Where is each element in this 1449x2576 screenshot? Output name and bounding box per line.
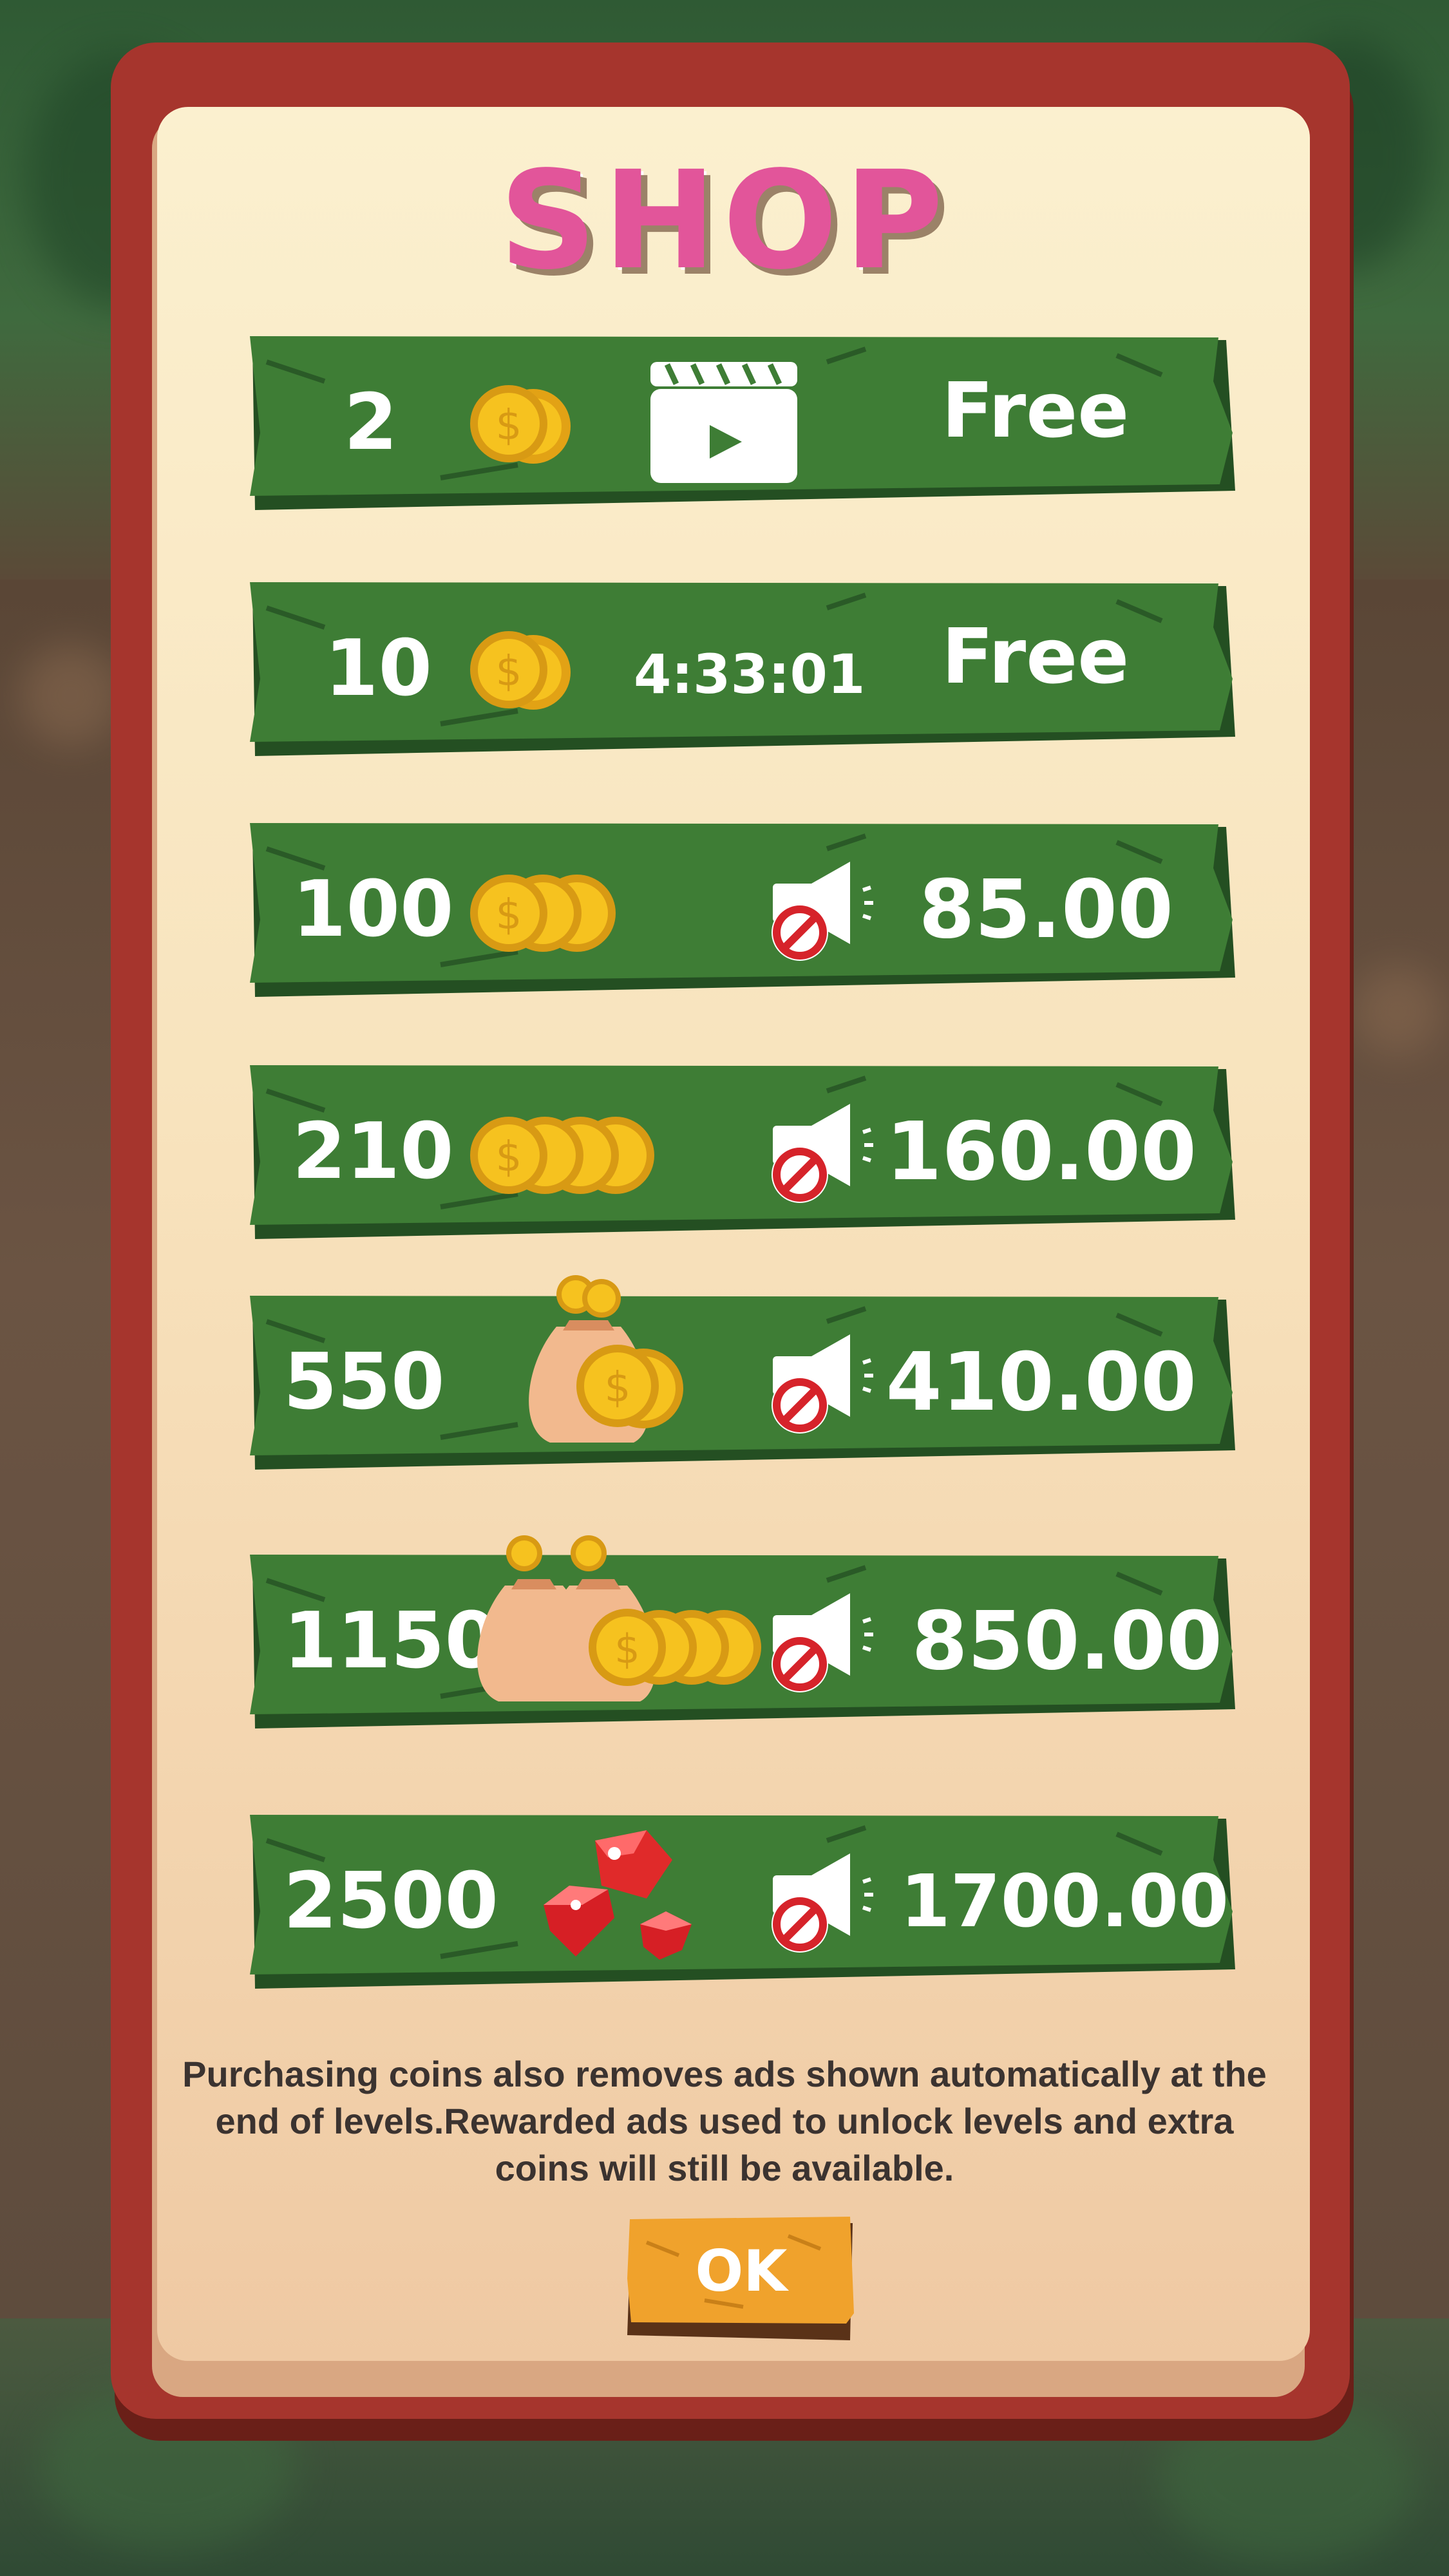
coin-stack-3-icon: $ [470, 875, 616, 952]
price-label: Free [942, 612, 1130, 701]
coin-bags-icon: $ [477, 1535, 761, 1701]
svg-text:$: $ [605, 1364, 631, 1412]
coin-amount: 2500 [283, 1857, 498, 1946]
no-ads-icon [772, 1593, 873, 1692]
purchase-note: Purchasing coins also removes ads shown … [182, 2054, 1267, 2188]
price-label: 160.00 [886, 1105, 1197, 1198]
svg-text:$: $ [614, 1625, 639, 1672]
ok-button-label: OK [695, 2238, 788, 2304]
coin-amount: 100 [292, 865, 454, 954]
coin-amount: 10 [325, 624, 432, 714]
coin-amount: 210 [292, 1107, 454, 1197]
no-ads-icon [772, 1334, 873, 1434]
price-label: 85.00 [918, 863, 1173, 956]
coin-pair-icon: $ [470, 385, 571, 464]
shop-row-2500-coins[interactable]: 2500 1700.00 [247, 1815, 1235, 2002]
coin-amount: 2 [344, 378, 398, 468]
price-label: 850.00 [911, 1595, 1222, 1688]
svg-text:$: $ [496, 891, 522, 939]
shop-row-2-coins[interactable]: 2 $ Free [247, 336, 1235, 523]
shop-title: SHOP [499, 142, 950, 299]
coin-stack-4-icon: $ [470, 1117, 654, 1194]
no-ads-icon [772, 1853, 873, 1953]
svg-text:$: $ [496, 402, 522, 450]
shop-row-550-coins[interactable]: 550 $ 410.00 [247, 1275, 1235, 1482]
coin-pair-icon: $ [470, 631, 571, 710]
shop-row-100-coins[interactable]: 100 $ 85.00 [247, 823, 1235, 1010]
no-ads-icon [772, 862, 873, 961]
shop-row-10-coins[interactable]: 10 $ 4:33:01 Free [247, 582, 1235, 769]
shop-row-1150-coins[interactable]: 1150 $ 850.00 [247, 1535, 1235, 1741]
svg-text:$: $ [496, 1133, 522, 1181]
price-label: Free [942, 366, 1130, 455]
video-ad-icon [650, 362, 797, 483]
no-ads-icon [772, 1104, 873, 1203]
coin-bag-icon: $ [529, 1275, 683, 1443]
ruby-gems-icon [544, 1830, 692, 1960]
cooldown-timer: 4:33:01 [634, 643, 866, 706]
shop-row-210-coins[interactable]: 210 $ 160.00 [247, 1065, 1235, 1252]
ok-button[interactable]: OK [627, 2217, 855, 2343]
price-label: 1700.00 [900, 1860, 1229, 1944]
svg-text:$: $ [496, 648, 522, 696]
coin-amount: 550 [283, 1338, 445, 1427]
price-label: 410.00 [886, 1336, 1197, 1429]
